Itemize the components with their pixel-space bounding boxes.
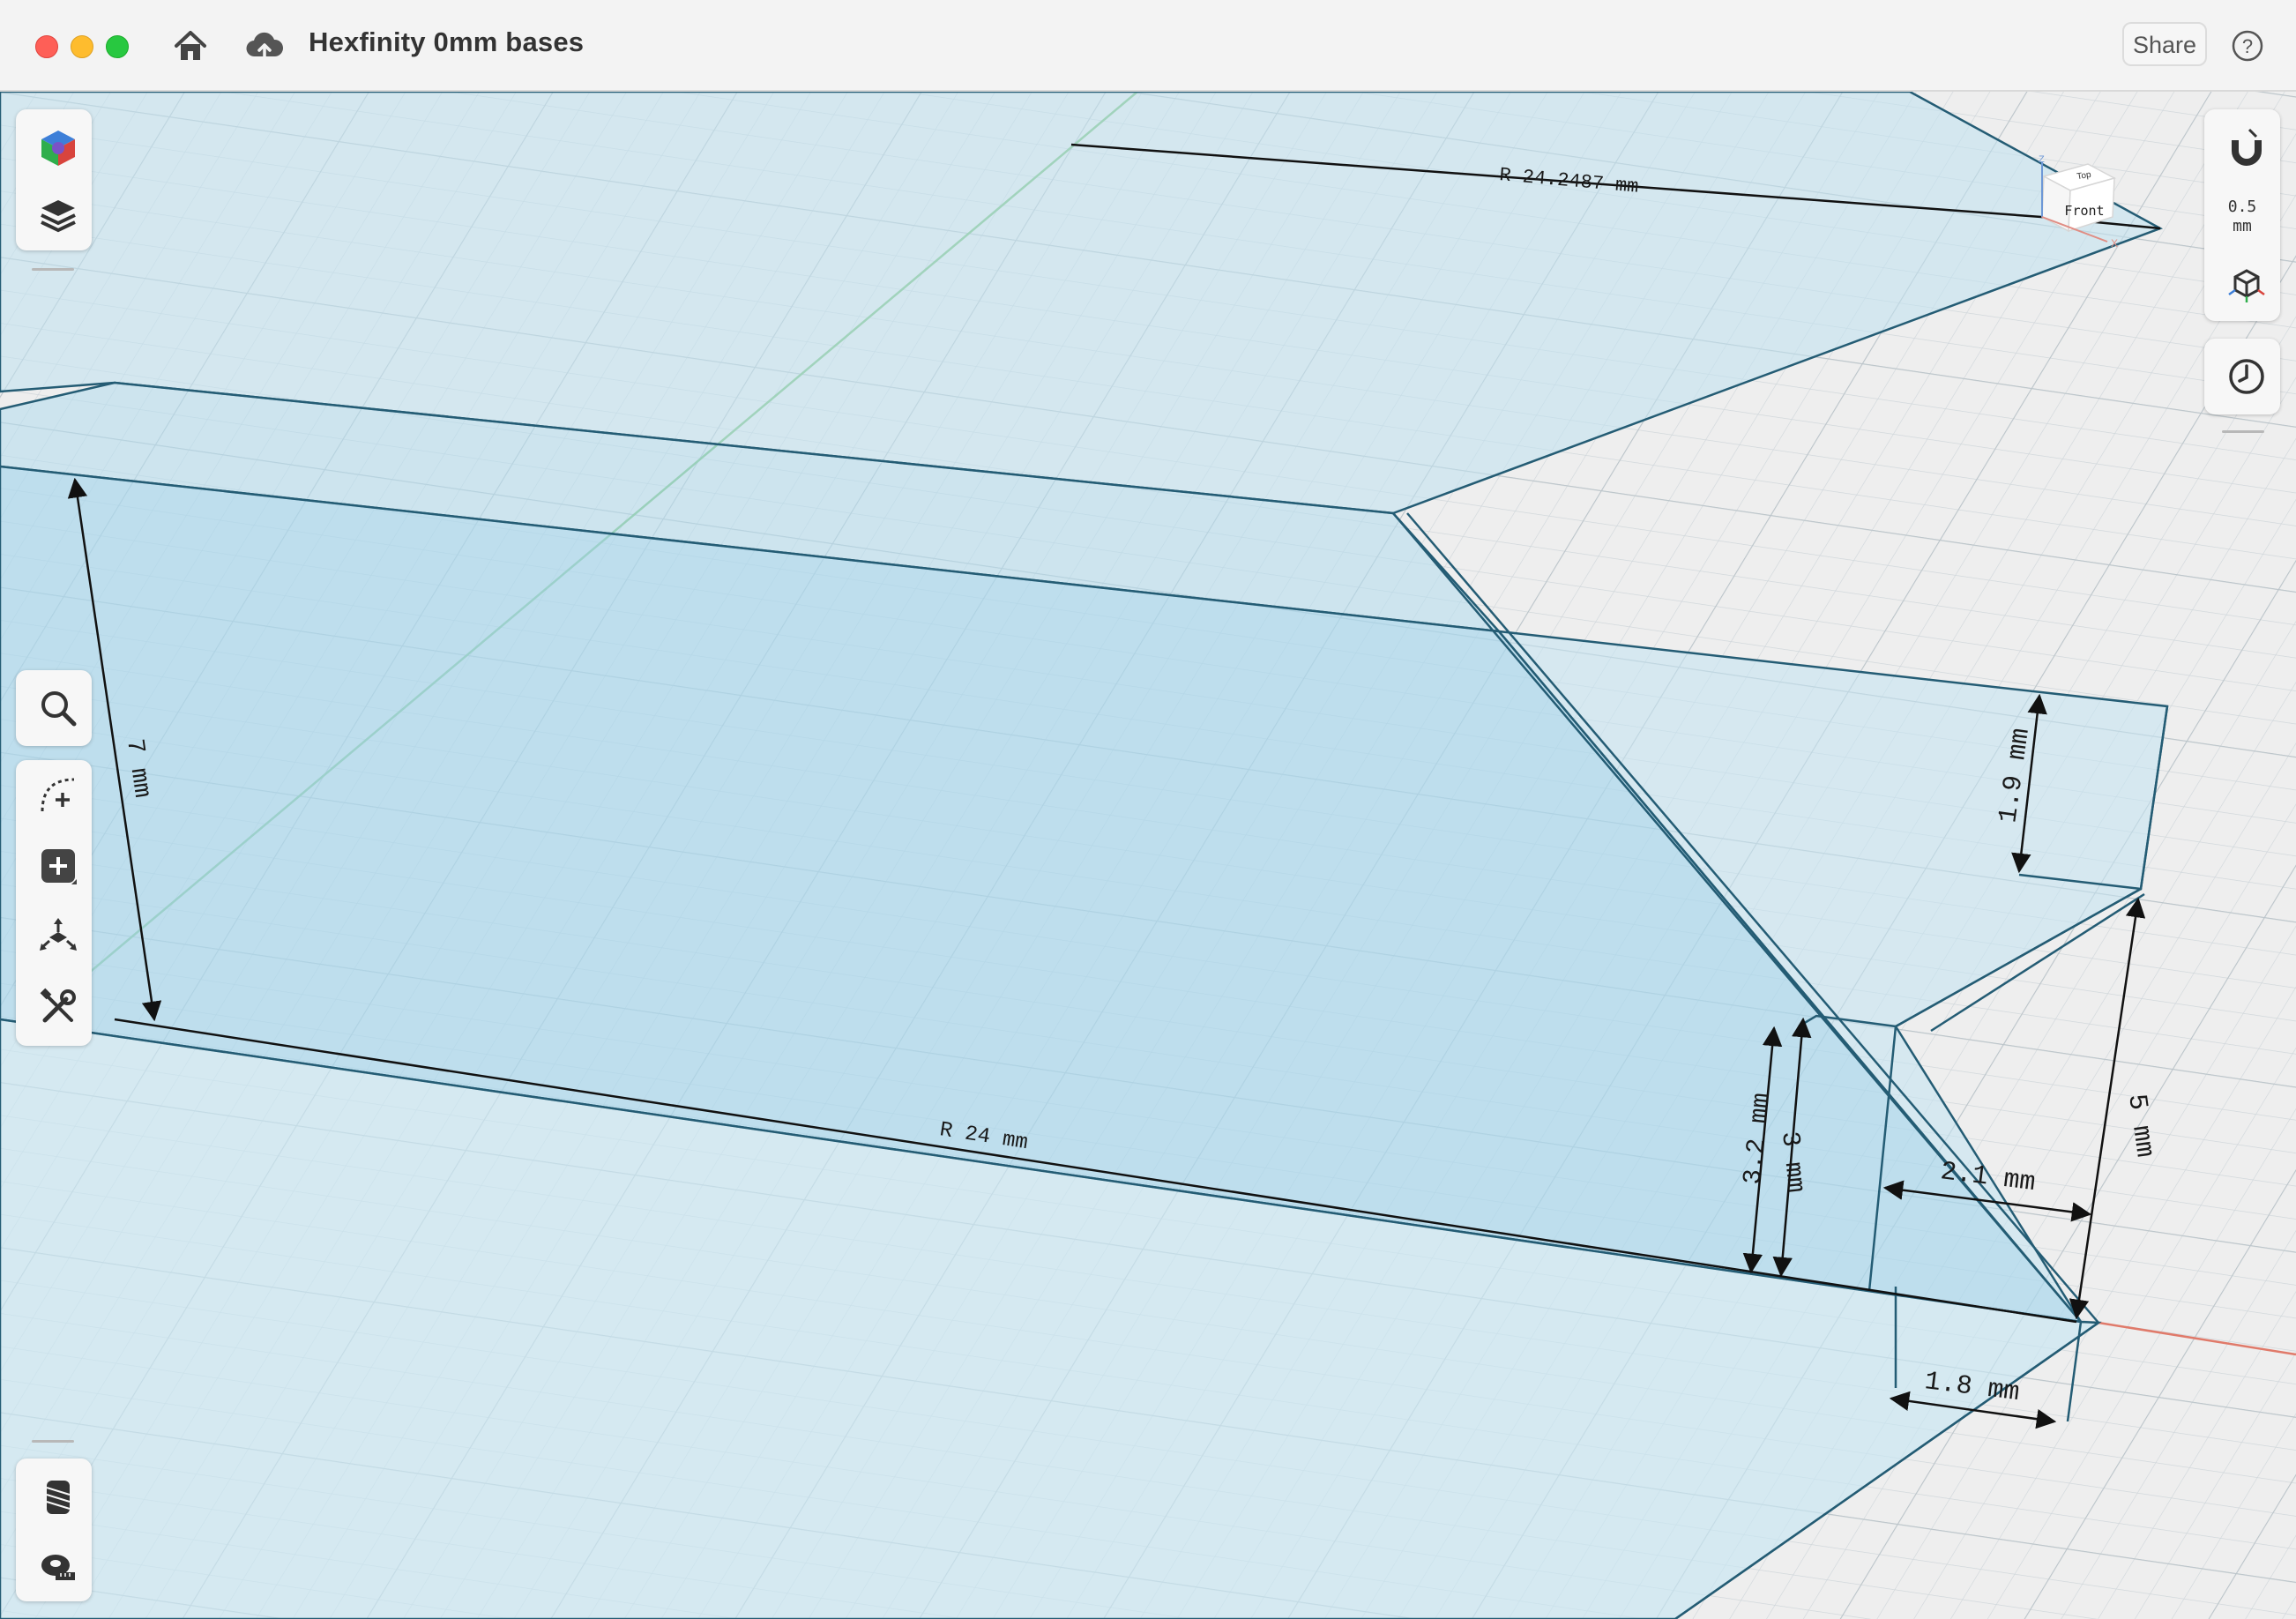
help-button[interactable]: ? bbox=[2231, 29, 2264, 63]
minimize-window-button[interactable] bbox=[71, 35, 93, 58]
add-shape-icon[interactable] bbox=[26, 834, 90, 898]
left-tools-toolbar bbox=[16, 760, 92, 1046]
sketch-icon[interactable] bbox=[26, 764, 90, 827]
right-divider bbox=[2222, 430, 2264, 433]
left-bottom-toolbar bbox=[16, 1459, 92, 1601]
object-color-icon[interactable] bbox=[26, 116, 90, 180]
home-icon[interactable] bbox=[169, 25, 212, 67]
help-icon: ? bbox=[2242, 35, 2253, 57]
document-title: Hexfinity 0mm bases bbox=[309, 26, 585, 57]
left-top-toolbar bbox=[16, 109, 92, 250]
axis-x-label: X bbox=[2111, 237, 2118, 250]
layers-icon[interactable] bbox=[26, 183, 90, 247]
scene-canvas[interactable]: R 24.2487 mm 7 mm R 24 mm 1.9 mm 5 mm 3.… bbox=[0, 92, 2296, 1619]
snap-unit: mm bbox=[2233, 217, 2252, 235]
stack-icon[interactable] bbox=[26, 1466, 90, 1529]
right-snap-toolbar: 0.5 mm bbox=[2204, 109, 2280, 321]
left-divider-bottom bbox=[32, 1440, 74, 1443]
close-window-button[interactable] bbox=[35, 35, 58, 58]
left-divider-top bbox=[32, 268, 74, 271]
snap-value[interactable]: 0.5 bbox=[2204, 198, 2280, 217]
title-bar: Hexfinity 0mm bases Share ? bbox=[0, 0, 2296, 92]
3d-viewport[interactable]: R 24.2487 mm 7 mm R 24 mm 1.9 mm 5 mm 3.… bbox=[0, 92, 2296, 1619]
snap-magnet-icon[interactable] bbox=[2215, 116, 2278, 180]
zoom-window-button[interactable] bbox=[106, 35, 129, 58]
tools-icon[interactable] bbox=[26, 975, 90, 1039]
view-cube-front-label: Front bbox=[2064, 203, 2104, 219]
transform-icon[interactable] bbox=[26, 905, 90, 968]
view-mode-icon[interactable] bbox=[2215, 252, 2278, 316]
search-panel bbox=[16, 670, 92, 746]
cloud-upload-icon[interactable] bbox=[243, 25, 286, 67]
view-cube[interactable]: Top Front Z X bbox=[2028, 145, 2134, 250]
axis-z-label: Z bbox=[2039, 154, 2045, 165]
search-icon[interactable] bbox=[26, 676, 90, 740]
right-history-panel bbox=[2204, 339, 2280, 414]
history-clock-icon[interactable] bbox=[2215, 345, 2278, 408]
measure-tape-icon[interactable] bbox=[26, 1534, 90, 1598]
share-button[interactable]: Share bbox=[2122, 22, 2207, 66]
